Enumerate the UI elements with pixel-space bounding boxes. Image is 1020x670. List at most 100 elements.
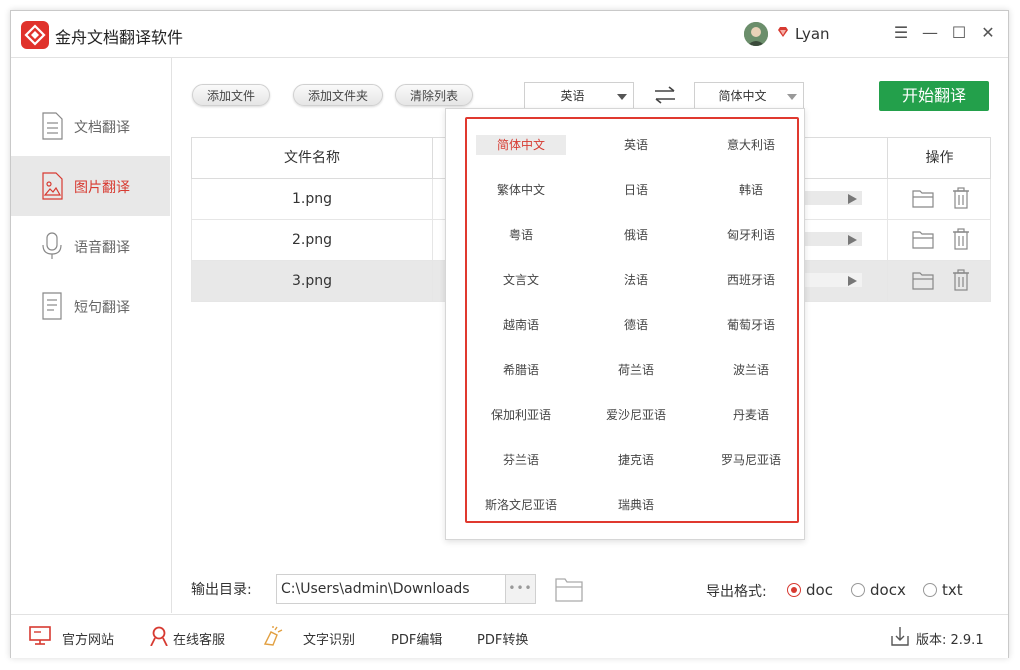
app-window: 金舟文档翻译软件 Lyan ☰ — ☐ ✕ 文档翻译 图片翻译 语音翻译 短句翻… xyxy=(10,10,1009,658)
language-option[interactable]: 葡萄牙语 xyxy=(706,315,796,335)
language-option[interactable]: 日语 xyxy=(591,180,681,200)
sidebar: 文档翻译 图片翻译 语音翻译 短句翻译 xyxy=(11,58,172,613)
output-dir-input[interactable]: C:\Users\admin\Downloads xyxy=(276,574,506,604)
customer-service-icon xyxy=(150,626,168,646)
output-dir-label: 输出目录: xyxy=(191,582,252,598)
app-title: 金舟文档翻译软件 xyxy=(55,28,184,47)
language-option[interactable]: 保加利亚语 xyxy=(476,405,566,425)
source-language-select[interactable]: 英语 xyxy=(524,82,634,110)
column-header-name: 文件名称 xyxy=(192,138,433,178)
sidebar-item-label: 短句翻译 xyxy=(74,300,130,316)
format-radio-docx[interactable] xyxy=(851,583,865,597)
language-option[interactable]: 德语 xyxy=(591,315,681,335)
open-folder-icon[interactable] xyxy=(555,576,583,602)
online-service-link[interactable]: 在线客服 xyxy=(173,629,225,648)
trash-icon[interactable] xyxy=(952,187,970,209)
minimize-button[interactable]: — xyxy=(920,23,940,43)
language-option[interactable]: 芬兰语 xyxy=(476,450,566,470)
language-option[interactable]: 意大利语 xyxy=(706,135,796,155)
language-option[interactable]: 丹麦语 xyxy=(706,405,796,425)
column-divider xyxy=(887,220,888,260)
format-radio-txt[interactable] xyxy=(923,583,937,597)
format-radio-doc[interactable] xyxy=(787,583,801,597)
language-options-panel: 简体中文 英语 意大利语繁体中文 日语 韩语粤语 俄语 匈牙利语文言文 法语 西班牙语越南语 德语… xyxy=(465,117,799,523)
chevron-down-icon xyxy=(787,94,797,100)
language-option[interactable]: 简体中文 xyxy=(476,135,566,155)
language-option[interactable]: 韩语 xyxy=(706,180,796,200)
column-divider xyxy=(887,261,888,301)
language-option[interactable]: 爱沙尼亚语 xyxy=(591,405,681,425)
language-option[interactable]: 越南语 xyxy=(476,315,566,335)
play-icon[interactable] xyxy=(848,235,857,245)
target-language-dropdown: 简体中文 英语 意大利语繁体中文 日语 韩语粤语 俄语 匈牙利语文言文 法语 西班牙语越南语 德语… xyxy=(445,108,805,540)
language-option[interactable]: 罗马尼亚语 xyxy=(706,450,796,470)
play-icon[interactable] xyxy=(848,276,857,286)
close-button[interactable]: ✕ xyxy=(978,23,998,43)
target-language-value: 简体中文 xyxy=(718,89,767,103)
sidebar-item-image[interactable]: 图片翻译 xyxy=(11,156,170,216)
format-label-doc: doc xyxy=(806,581,833,599)
title-bar: 金舟文档翻译软件 Lyan ☰ — ☐ ✕ xyxy=(11,11,1008,58)
pdf-edit-link[interactable]: PDF编辑 xyxy=(391,629,442,648)
trash-icon[interactable] xyxy=(952,269,970,291)
sidebar-item-voice[interactable]: 语音翻译 xyxy=(11,216,170,276)
swap-languages-icon[interactable] xyxy=(653,85,677,105)
column-header-ops: 操作 xyxy=(887,138,991,178)
footer-bar: 官方网站 在线客服 文字识别 PDF编辑 PDF转换 版本: 2.9.1 xyxy=(11,614,1008,658)
language-option[interactable]: 斯洛文尼亚语 xyxy=(476,495,566,515)
text-recognition-link[interactable]: 文字识别 xyxy=(303,629,355,648)
language-option[interactable]: 荷兰语 xyxy=(591,360,681,380)
app-logo-icon xyxy=(21,21,49,49)
download-icon xyxy=(891,627,909,646)
sidebar-item-label: 语音翻译 xyxy=(74,240,130,256)
source-language-value: 英语 xyxy=(560,89,585,103)
target-language-select[interactable]: 简体中文 xyxy=(694,82,804,110)
microphone-icon xyxy=(42,232,62,259)
language-option[interactable]: 文言文 xyxy=(476,270,566,290)
image-icon xyxy=(42,172,63,200)
format-label-docx: docx xyxy=(870,581,906,599)
version-label: 版本: 2.9.1 xyxy=(916,633,984,648)
browse-more-button[interactable]: ••• xyxy=(506,574,536,604)
open-folder-icon[interactable] xyxy=(912,229,934,249)
user-name[interactable]: Lyan xyxy=(795,25,830,43)
language-option[interactable]: 匈牙利语 xyxy=(706,225,796,245)
language-option[interactable]: 繁体中文 xyxy=(476,180,566,200)
clear-list-button[interactable]: 清除列表 xyxy=(395,84,474,106)
language-option[interactable]: 希腊语 xyxy=(476,360,566,380)
maximize-button[interactable]: ☐ xyxy=(949,23,969,43)
file-name: 3.png xyxy=(192,261,433,301)
trash-icon[interactable] xyxy=(952,228,970,250)
sidebar-item-document[interactable]: 文档翻译 xyxy=(11,96,170,156)
language-option[interactable]: 瑞典语 xyxy=(591,495,681,515)
file-name: 2.png xyxy=(192,220,433,260)
export-format-label: 导出格式: xyxy=(706,584,767,600)
ocr-icon xyxy=(263,626,283,646)
language-option[interactable]: 法语 xyxy=(591,270,681,290)
monitor-icon xyxy=(29,626,51,645)
file-name: 1.png xyxy=(192,179,433,219)
open-folder-icon[interactable] xyxy=(912,270,934,290)
start-translate-button[interactable]: 开始翻译 xyxy=(879,81,989,111)
official-website-link[interactable]: 官方网站 xyxy=(62,629,114,648)
vip-diamond-icon xyxy=(778,27,788,37)
language-option[interactable]: 粤语 xyxy=(476,225,566,245)
play-icon[interactable] xyxy=(848,194,857,204)
document-icon xyxy=(42,112,63,140)
language-option[interactable]: 西班牙语 xyxy=(706,270,796,290)
language-option[interactable]: 英语 xyxy=(591,135,681,155)
menu-icon[interactable]: ☰ xyxy=(891,23,911,43)
open-folder-icon[interactable] xyxy=(912,188,934,208)
language-option[interactable]: 俄语 xyxy=(591,225,681,245)
language-option[interactable]: 波兰语 xyxy=(706,360,796,380)
sidebar-item-sentence[interactable]: 短句翻译 xyxy=(11,276,170,336)
language-option[interactable]: 捷克语 xyxy=(591,450,681,470)
add-file-button[interactable]: 添加文件 xyxy=(192,84,271,106)
text-icon xyxy=(42,292,62,320)
avatar[interactable] xyxy=(744,22,768,46)
chevron-down-icon xyxy=(617,94,627,100)
pdf-convert-link[interactable]: PDF转换 xyxy=(477,629,528,648)
column-divider xyxy=(887,179,888,219)
add-folder-button[interactable]: 添加文件夹 xyxy=(293,84,384,106)
sidebar-item-label: 文档翻译 xyxy=(74,120,130,136)
